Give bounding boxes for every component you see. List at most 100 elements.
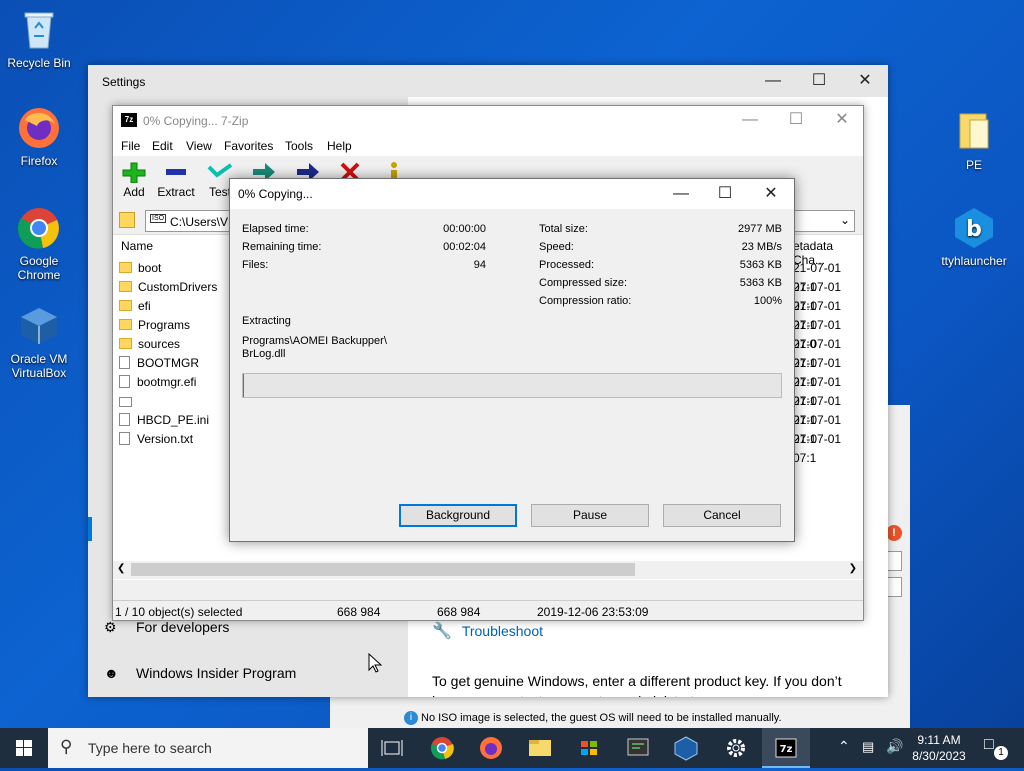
list-item[interactable]: sources bbox=[119, 335, 180, 354]
sevenzip-maximize-button[interactable]: ☐ bbox=[773, 106, 819, 134]
firefox-icon bbox=[17, 106, 61, 150]
clock[interactable]: 9:11 AM 8/30/2023 bbox=[908, 732, 970, 764]
list-item[interactable]: HBCD_PE.ini bbox=[119, 411, 209, 430]
notification-icon: □ bbox=[984, 736, 994, 753]
horizontal-scrollbar[interactable]: ❮ ❯ bbox=[113, 561, 863, 579]
file-name: CustomDrivers bbox=[138, 280, 218, 294]
warning-icon: ! bbox=[886, 525, 902, 541]
ratio-value: 100% bbox=[753, 295, 782, 307]
status-selected: 1 / 10 object(s) selected bbox=[115, 605, 243, 619]
list-item[interactable] bbox=[119, 392, 139, 411]
desktop-icon-label: ttyhlauncher bbox=[941, 254, 1007, 268]
folder-icon bbox=[119, 319, 132, 330]
taskbar-file-explorer[interactable] bbox=[516, 728, 564, 768]
menu-view[interactable]: View bbox=[186, 139, 212, 153]
desktop-icon-pe[interactable]: PE bbox=[936, 110, 1012, 172]
task-view-button[interactable] bbox=[368, 728, 416, 768]
file-name: efi bbox=[138, 299, 151, 313]
scrollbar-thumb[interactable] bbox=[131, 563, 635, 576]
address-text: C:\Users\VM bbox=[170, 215, 239, 229]
date-cell: 21-07-01 07:1 bbox=[793, 280, 842, 313]
desktop-icon-recycle-bin[interactable]: Recycle Bin bbox=[1, 8, 77, 70]
current-path: Programs\AOMEI Backupper\ bbox=[242, 335, 387, 347]
files-label: Files: bbox=[242, 259, 269, 271]
sevenzip-title: 0% Copying... 7-Zip bbox=[143, 114, 249, 128]
status-size: 668 984 bbox=[337, 605, 381, 619]
add-label: Add bbox=[123, 185, 145, 199]
settings-minimize-button[interactable]: — bbox=[750, 65, 796, 97]
svg-text:7z: 7z bbox=[780, 744, 793, 755]
text-file-icon bbox=[119, 432, 130, 445]
dialog-minimize-button[interactable]: — bbox=[658, 179, 704, 209]
dialog-maximize-button[interactable]: ☐ bbox=[702, 179, 748, 209]
up-folder-icon[interactable] bbox=[119, 212, 135, 228]
dialog-title: 0% Copying... bbox=[238, 187, 313, 201]
pause-button[interactable]: Pause bbox=[531, 504, 649, 527]
insider-cat-icon: ☻ bbox=[104, 665, 119, 681]
menu-edit[interactable]: Edit bbox=[152, 139, 173, 153]
sevenzip-close-button[interactable]: ✕ bbox=[819, 106, 865, 134]
speed-label: Speed: bbox=[539, 241, 574, 253]
settings-close-button[interactable]: ✕ bbox=[842, 65, 888, 97]
background-button[interactable]: Background bbox=[399, 504, 517, 527]
sevenzip-app-icon: 7z bbox=[121, 113, 137, 127]
scroll-right-icon[interactable]: ❯ bbox=[849, 563, 857, 574]
sevenzip-minimize-button[interactable]: — bbox=[727, 106, 773, 134]
monitor-app-icon bbox=[627, 738, 649, 756]
menu-tools[interactable]: Tools bbox=[285, 139, 313, 153]
firefox-icon bbox=[480, 737, 502, 759]
troubleshoot-label: Troubleshoot bbox=[461, 623, 544, 639]
file-explorer-icon bbox=[529, 740, 551, 756]
desktop-icon-firefox[interactable]: Firefox bbox=[1, 106, 77, 168]
cancel-button[interactable]: Cancel bbox=[663, 504, 781, 527]
chrome-icon bbox=[431, 737, 454, 760]
info-icon: i bbox=[404, 711, 418, 725]
desktop-icon-ttyhlauncher[interactable]: b ttyhlauncher bbox=[936, 206, 1012, 268]
menu-file[interactable]: File bbox=[121, 139, 140, 153]
vbox-select-2[interactable] bbox=[886, 577, 902, 597]
list-item[interactable]: bootmgr.efi bbox=[119, 373, 196, 392]
scroll-left-icon[interactable]: ❮ bbox=[117, 563, 125, 574]
menu-help[interactable]: Help bbox=[327, 139, 352, 153]
action-label: Extracting bbox=[242, 315, 291, 327]
chevron-down-icon[interactable]: ⌄ bbox=[840, 213, 850, 227]
vbox-select-1[interactable] bbox=[886, 551, 902, 571]
settings-maximize-button[interactable]: ☐ bbox=[796, 65, 842, 97]
list-item[interactable]: Programs bbox=[119, 316, 190, 335]
folder-icon bbox=[119, 281, 132, 292]
menu-favorites[interactable]: Favorites bbox=[224, 139, 273, 153]
taskbar-7zip[interactable]: 7z bbox=[762, 728, 810, 768]
file-name: HBCD_PE.ini bbox=[137, 413, 210, 427]
volume-icon[interactable]: 🔊 bbox=[886, 738, 903, 755]
list-item[interactable]: boot bbox=[119, 259, 161, 278]
taskbar-store[interactable] bbox=[565, 728, 613, 768]
network-icon[interactable]: ▤ bbox=[862, 739, 874, 755]
list-item[interactable]: BOOTMGR bbox=[119, 354, 199, 373]
start-button[interactable] bbox=[0, 728, 48, 768]
column-header-name[interactable]: Name bbox=[121, 239, 153, 253]
list-item[interactable]: Version.txt bbox=[119, 430, 193, 449]
dialog-close-button[interactable]: ✕ bbox=[748, 179, 794, 209]
list-item[interactable]: efi bbox=[119, 297, 151, 316]
show-hidden-icons[interactable]: ⌃ bbox=[838, 738, 850, 755]
list-item[interactable]: CustomDrivers bbox=[119, 278, 217, 297]
taskbar-search-box[interactable]: ⚲ Type here to search bbox=[48, 728, 368, 768]
wrench-icon: 🔧 bbox=[432, 623, 452, 640]
extract-button[interactable]: Extract bbox=[155, 161, 197, 199]
taskbar-settings[interactable] bbox=[712, 728, 760, 768]
troubleshoot-link[interactable]: 🔧 Troubleshoot bbox=[432, 621, 543, 641]
notification-center-button[interactable]: □ 1 bbox=[980, 736, 1010, 760]
sidebar-item-insider[interactable]: ☻ Windows Insider Program bbox=[104, 663, 394, 687]
taskbar-app-monitor[interactable] bbox=[614, 728, 662, 768]
desktop-icon-label: Oracle VM VirtualBox bbox=[10, 352, 68, 380]
date-cell: 21-07-01 07:1 bbox=[793, 299, 842, 332]
taskbar-firefox[interactable] bbox=[467, 728, 515, 768]
sevenzip-menubar: File Edit View Favorites Tools Help bbox=[113, 136, 863, 156]
desktop-icon-virtualbox[interactable]: Oracle VM VirtualBox bbox=[1, 304, 77, 380]
plus-icon bbox=[121, 161, 147, 184]
taskbar-virtualbox[interactable] bbox=[662, 728, 710, 768]
file-name: Programs bbox=[138, 318, 191, 332]
desktop-icon-chrome[interactable]: Google Chrome bbox=[1, 206, 77, 282]
taskbar-chrome[interactable] bbox=[418, 728, 466, 768]
add-button[interactable]: Add bbox=[119, 161, 149, 199]
